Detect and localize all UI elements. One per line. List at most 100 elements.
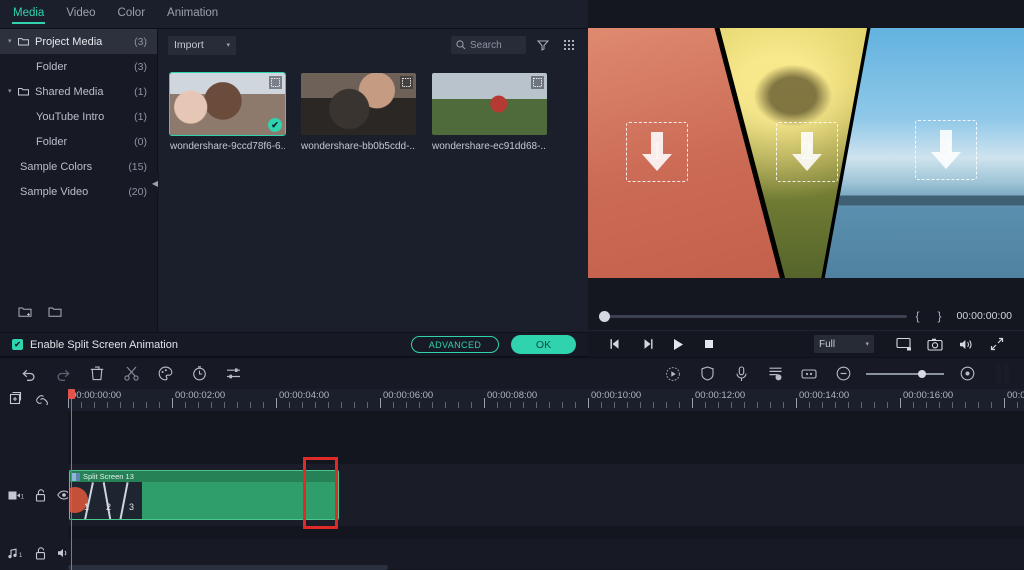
filter-icon[interactable]: [534, 36, 552, 54]
advanced-button[interactable]: ADVANCED: [411, 336, 499, 353]
sidebar-item-folder-1[interactable]: Folder (3): [0, 54, 157, 79]
media-item-name: wondershare-bb0b5cdd-...: [301, 141, 416, 152]
chevron-down-icon: ▾: [8, 38, 12, 45]
seek-bar[interactable]: [599, 310, 907, 322]
volume-button[interactable]: [950, 333, 981, 355]
pause-icon[interactable]: [992, 364, 1012, 384]
media-item-3[interactable]: wondershare-ec91dd68-...: [432, 73, 547, 152]
sidebar-item-count: (3): [134, 60, 147, 73]
playhead-handle[interactable]: [68, 389, 75, 399]
record-icon[interactable]: [656, 362, 690, 386]
sidebar-item-youtube-intro[interactable]: YouTube Intro (1): [0, 104, 157, 129]
seek-handle[interactable]: [599, 310, 610, 322]
ruler-label: 00:00:06:00: [383, 390, 434, 401]
link-icon[interactable]: [35, 391, 49, 408]
trash-icon[interactable]: [80, 362, 114, 386]
drop-zone-1[interactable]: 1: [626, 122, 688, 182]
sidebar-item-count: (15): [128, 160, 147, 173]
tab-animation[interactable]: Animation: [166, 2, 219, 26]
tab-color[interactable]: Color: [117, 2, 146, 26]
ruler-label: 00:00:00:00: [71, 390, 122, 401]
preview-video[interactable]: 1 2 3: [588, 28, 1024, 278]
redo-button[interactable]: [46, 362, 80, 386]
undo-button[interactable]: [12, 362, 46, 386]
ruler-label: 00:00:14:00: [799, 390, 850, 401]
media-item-2[interactable]: wondershare-bb0b5cdd-...: [301, 73, 416, 152]
open-folder-icon[interactable]: [48, 306, 62, 321]
tab-media[interactable]: Media: [12, 2, 46, 26]
media-item-name: wondershare-9ccd78f6-6...: [170, 141, 285, 152]
clip-thumb-number: 3: [129, 502, 135, 512]
ruler-label: 00:00:04:00: [279, 390, 330, 401]
drop-zone-number: 3: [939, 136, 953, 163]
import-button[interactable]: Import ▾: [168, 35, 236, 55]
clip-thumb-icon: [72, 472, 80, 481]
palette-icon[interactable]: [148, 362, 182, 386]
media-thumbnail-image: [301, 73, 416, 135]
video-track-icon: 1: [8, 490, 24, 501]
sidebar-item-folder-2[interactable]: Folder (0): [0, 129, 157, 154]
media-library-sidebar: ▾ Project Media (3) Folder (3) ▾ Shared …: [0, 29, 158, 332]
ruler-label: 00:00:02:00: [175, 390, 226, 401]
next-frame-button[interactable]: [631, 333, 662, 355]
target-icon[interactable]: [950, 362, 984, 386]
timeline-toolbar: [0, 357, 1024, 389]
keyframe-icon[interactable]: [792, 362, 826, 386]
timeline-clip-split-screen[interactable]: Split Screen 13 1 2 3: [69, 470, 339, 520]
ok-button[interactable]: OK: [511, 335, 576, 354]
prev-frame-button[interactable]: [600, 333, 631, 355]
video-track-lane[interactable]: Split Screen 13 1 2 3: [68, 464, 1024, 526]
zoom-slider-handle[interactable]: [918, 369, 926, 378]
unlock-icon[interactable]: [35, 546, 46, 560]
media-item-1[interactable]: ✔ wondershare-9ccd78f6-6...: [169, 72, 286, 152]
sidebar-item-sample-video[interactable]: Sample Video (20): [0, 179, 157, 204]
shield-icon[interactable]: [690, 362, 724, 386]
clip-filmstrip: 1 2 3: [70, 482, 142, 519]
quality-select[interactable]: Full ▾: [814, 335, 874, 353]
timeline-ruler[interactable]: 00:00:00:00 00:00:02:00 00:00:04:00 00:0…: [68, 389, 1024, 411]
minus-circle-icon[interactable]: [826, 362, 860, 386]
mark-out-button[interactable]: }: [929, 309, 951, 323]
media-toolbar: Import ▾ Search: [158, 29, 588, 61]
drop-zone-3[interactable]: 3: [915, 120, 977, 180]
tab-video[interactable]: Video: [65, 2, 96, 26]
unlock-icon[interactable]: [35, 488, 46, 502]
search-input[interactable]: Search: [451, 36, 526, 54]
enable-split-screen-checkbox[interactable]: ✔: [12, 339, 23, 350]
drop-zone-2[interactable]: 2: [776, 122, 838, 182]
sidebar-item-count: (1): [134, 85, 147, 98]
mark-in-button[interactable]: {: [907, 309, 929, 323]
sidebar-item-sample-colors[interactable]: Sample Colors (15): [0, 154, 157, 179]
media-thumbnail-grid: ✔ wondershare-9ccd78f6-6... wondershare-…: [158, 61, 588, 152]
sidebar-item-project-media[interactable]: ▾ Project Media (3): [0, 29, 157, 54]
clip-title-bar: Split Screen 13: [70, 471, 338, 482]
timeline-zoom-slider[interactable]: [866, 364, 944, 384]
fullscreen-button[interactable]: [981, 333, 1012, 355]
sidebar-item-count: (1): [134, 110, 147, 123]
stop-button[interactable]: [693, 333, 724, 355]
sidebar-item-label: Sample Video: [20, 185, 89, 198]
sidebar-collapse-handle[interactable]: ◀: [151, 172, 159, 194]
ruler-label: 00:00:16:00: [903, 390, 954, 401]
svg-text:1: 1: [21, 494, 24, 500]
sliders-icon[interactable]: [216, 362, 250, 386]
search-icon: [456, 40, 466, 50]
display-mode-button[interactable]: [888, 333, 919, 355]
timeline-horizontal-scrollbar[interactable]: [68, 565, 388, 570]
ruler-label: 00:00:08:00: [487, 390, 538, 401]
snapshot-button[interactable]: [919, 333, 950, 355]
add-track-icon[interactable]: [8, 391, 22, 408]
play-button[interactable]: [662, 333, 693, 355]
sidebar-item-count: (3): [134, 35, 147, 48]
notes-icon[interactable]: [758, 362, 792, 386]
media-thumbnail-image: [432, 73, 547, 135]
sidebar-item-shared-media[interactable]: ▾ Shared Media (1): [0, 79, 157, 104]
chevron-down-icon: ▾: [226, 42, 230, 49]
scissors-icon[interactable]: [114, 362, 148, 386]
playhead[interactable]: [68, 389, 75, 570]
new-folder-icon[interactable]: [18, 306, 32, 321]
sidebar-item-label: Shared Media: [35, 85, 104, 98]
microphone-icon[interactable]: [724, 362, 758, 386]
grid-view-icon[interactable]: [560, 36, 578, 54]
stopwatch-icon[interactable]: [182, 362, 216, 386]
